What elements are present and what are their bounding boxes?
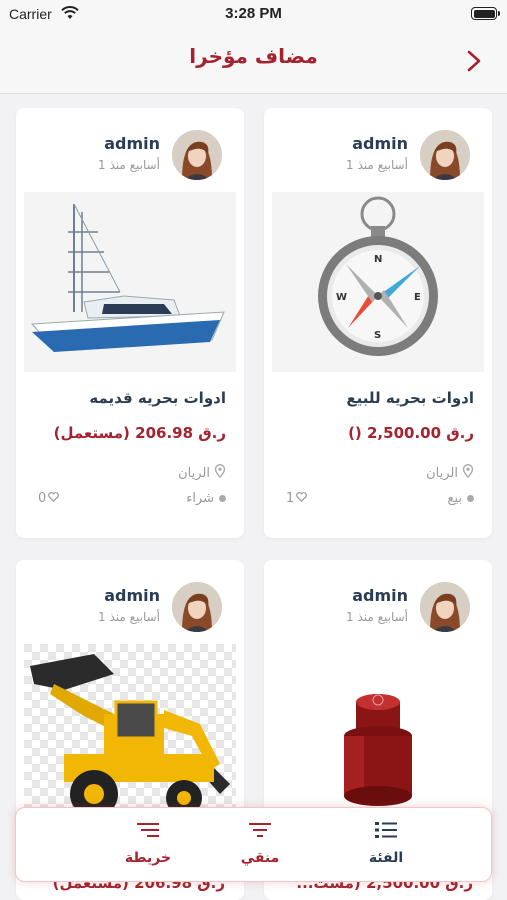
location-pin-icon — [214, 464, 226, 482]
location-pin-icon — [462, 464, 474, 482]
listing-type: بيع — [448, 491, 474, 506]
user-name: admin — [352, 134, 408, 153]
like-count: 0 — [38, 491, 47, 506]
listing-location: الريان — [426, 464, 474, 482]
posted-time: 1 أسابيع منذ — [345, 610, 408, 624]
svg-text:S: S — [374, 330, 381, 341]
back-chevron-icon[interactable] — [459, 46, 489, 76]
user-name: admin — [104, 586, 160, 605]
clock: 3:28 PM — [225, 5, 282, 22]
avatar — [420, 130, 470, 180]
listing-title[interactable]: ادوات بحريه قديمه — [89, 389, 226, 407]
heart-icon[interactable] — [296, 491, 308, 506]
nav-bar: مضاف مؤخرا — [0, 30, 507, 94]
like-count: 1 — [286, 491, 295, 506]
svg-text:N: N — [374, 254, 382, 265]
sort-lines-icon — [136, 823, 160, 844]
user-name: admin — [104, 134, 160, 153]
category-button[interactable]: الفئة — [336, 820, 436, 866]
location-text: الريان — [178, 465, 210, 481]
status-bar: Carrier 3:28 PM — [0, 0, 507, 30]
list-icon — [374, 822, 398, 844]
posted-time: 1 أسابيع منذ — [97, 610, 160, 624]
posted-time: 1 أسابيع منذ — [97, 158, 160, 172]
listing-location: الريان — [178, 464, 226, 482]
avatar — [420, 582, 470, 632]
svg-text:E: E — [414, 292, 421, 303]
like-counter[interactable]: 0 — [38, 491, 60, 506]
like-counter[interactable]: 1 — [286, 491, 308, 506]
listing-price: ر.ق 2,500.00 () — [348, 424, 474, 442]
posted-time: 1 أسابيع منذ — [345, 158, 408, 172]
type-text: شراء — [186, 491, 214, 506]
heart-icon[interactable] — [48, 491, 60, 506]
filter-icon — [248, 823, 272, 844]
listing-image-red-part[interactable] — [272, 644, 484, 824]
page-title: مضاف مؤخرا — [189, 44, 318, 68]
listing-image-boat[interactable] — [24, 192, 236, 372]
user-name: admin — [352, 586, 408, 605]
type-dot-icon — [467, 495, 474, 502]
avatar — [172, 130, 222, 180]
listing-type: شراء — [186, 491, 226, 506]
bottom-action-bar: الفئة منقي خريطة — [15, 807, 492, 882]
avatar — [172, 582, 222, 632]
svg-text:W: W — [336, 292, 347, 303]
listing-card[interactable]: admin 1 أسابيع منذ ادوات بحريه قديمه ر.ق… — [16, 108, 244, 538]
category-label: الفئة — [368, 850, 404, 866]
filter-button[interactable]: منقي — [210, 820, 310, 866]
listing-image-compass[interactable]: N S W E — [272, 192, 484, 372]
listing-card[interactable]: admin 1 أسابيع منذ N S W E ادوات بحريه ل… — [264, 108, 492, 538]
listing-title[interactable]: ادوات بحريه للبيع — [346, 389, 474, 407]
location-text: الريان — [426, 465, 458, 481]
battery-icon — [471, 7, 500, 20]
filter-label: منقي — [240, 850, 280, 866]
map-label: خريطة — [124, 850, 172, 866]
type-text: بيع — [447, 491, 462, 506]
type-dot-icon — [219, 495, 226, 502]
listing-image-backhoe[interactable] — [24, 644, 236, 824]
map-button[interactable]: خريطة — [98, 820, 198, 866]
listing-price: ر.ق 206.98 (مستعمل) — [53, 424, 226, 442]
